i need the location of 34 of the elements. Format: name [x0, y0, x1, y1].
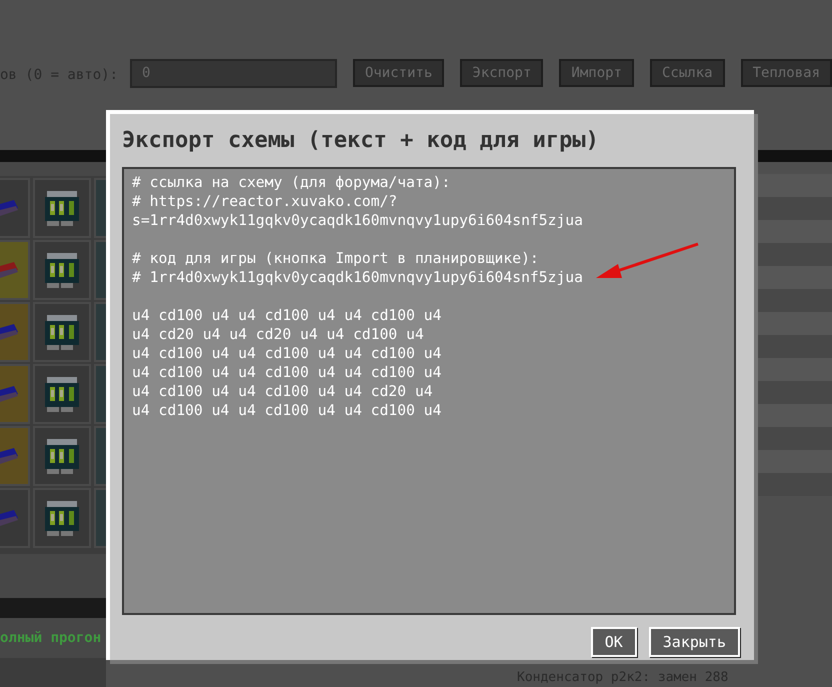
grid-cell[interactable]: [94, 302, 106, 362]
component-icon: [0, 198, 20, 218]
grid-cell[interactable]: [0, 302, 30, 362]
grid-cell[interactable]: [0, 488, 30, 548]
toolbar-button[interactable]: Очистить: [352, 59, 444, 87]
component-icon: [0, 260, 20, 280]
grid-cell[interactable]: [33, 178, 91, 238]
dialog-button[interactable]: OK: [590, 627, 637, 657]
grid-cell[interactable]: [94, 178, 106, 238]
dialog-button[interactable]: Закрыть: [648, 627, 740, 657]
component-icon: [0, 446, 20, 466]
grid-cell[interactable]: [0, 240, 30, 300]
grid-cell[interactable]: [94, 240, 106, 300]
grid-cell[interactable]: [94, 364, 106, 424]
component-icon: [0, 322, 20, 342]
grid-cell[interactable]: [0, 364, 30, 424]
grid-cell[interactable]: [33, 364, 91, 424]
grid-cell[interactable]: [94, 426, 106, 486]
component-icon: [0, 384, 20, 404]
export-text-area[interactable]: # ссылка на схему (для форума/чата): # https://reactor.xuvako.com/? s=1rr4d0xwyk11gqkv0ycaqdk160mvnqvy1upy6i604snf5zjua # код для игры (кнопка Import в планировщике): # 1rr4d0xwyk11gqkv0ycaqdk160mvnqvy1upy6i604snf5zjua u4 cd100 u4 u4 cd100 u4 u4 cd100 u4 u4 cd20 u4 u4 cd20 u4 u4 cd100 u4 u4 cd100 u4 u4 cd100 u4 u4 cd100 u4 u4 cd100 u4 u4 cd100 u4 u4 cd100 u4 u4 cd100 u4 u4 cd100 u4 u4 cd20 u4 u4 cd100 u4 u4 cd100 u4 u4 cd100 u4: [122, 167, 736, 615]
grid-cell[interactable]: [33, 488, 91, 548]
grid-cell[interactable]: [33, 302, 91, 362]
dialog-title: Экспорт схемы (текст + код для игры): [122, 127, 600, 155]
toolbar-button[interactable]: Импорт: [559, 59, 634, 87]
grid-cell[interactable]: [33, 240, 91, 300]
grid-cell[interactable]: [0, 178, 30, 238]
grid-cell[interactable]: [0, 426, 30, 486]
grid-cell[interactable]: [33, 426, 91, 486]
component-icon: [0, 508, 20, 528]
grid-cell[interactable]: [94, 488, 106, 548]
status-text: олный прогон: [0, 628, 102, 648]
toolbar-button[interactable]: Экспорт: [460, 59, 544, 87]
toolbar-button[interactable]: Ссылка: [650, 59, 725, 87]
toolbar-button[interactable]: Тепловая: [740, 59, 832, 87]
